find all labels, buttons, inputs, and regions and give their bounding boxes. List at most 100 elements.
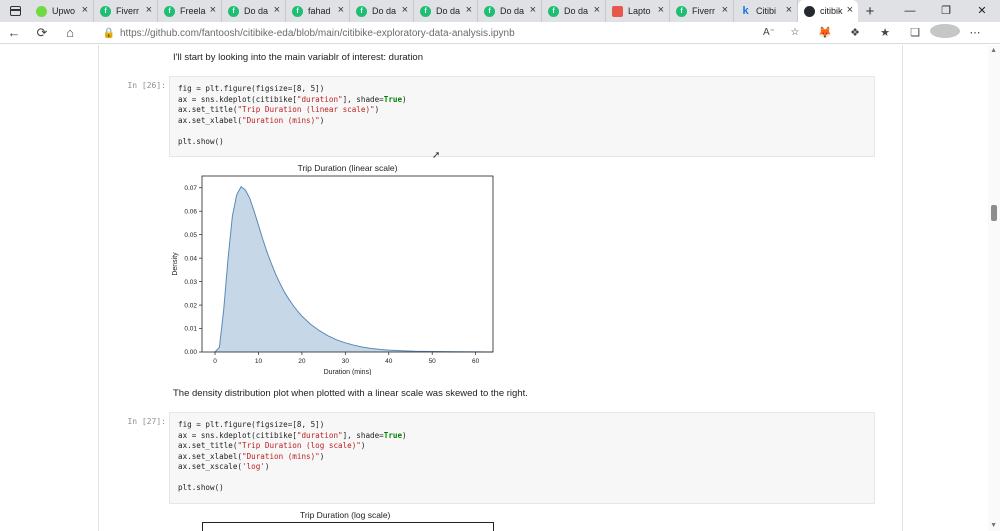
- notebook-page: I'll start by looking into the main vari…: [0, 45, 1000, 531]
- code-cell[interactable]: fig = plt.figure(figsize=[8, 5]) ax = sn…: [169, 412, 875, 504]
- x-tick-label: 30: [342, 358, 350, 365]
- avatar: [930, 24, 960, 38]
- close-tab-icon[interactable]: ×: [402, 4, 408, 16]
- close-tab-icon[interactable]: ×: [658, 4, 664, 16]
- code-token: ax.set_xscale(: [178, 462, 243, 471]
- code-content[interactable]: fig = plt.figure(figsize=[8, 5]) ax = sn…: [170, 77, 874, 154]
- y-tick-label: 0.03: [184, 279, 197, 286]
- new-tab-button[interactable]: +: [858, 3, 882, 20]
- read-aloud-icon[interactable]: A⁻: [756, 24, 782, 42]
- close-tab-icon[interactable]: ×: [594, 4, 600, 16]
- reload-icon[interactable]: ⟳: [28, 25, 56, 41]
- close-tab-icon[interactable]: ×: [466, 4, 472, 16]
- close-tab-icon[interactable]: ×: [530, 4, 536, 16]
- browser-toolbar: ← ⟳ ⌂ 🔒 https://github.com/fantoosh/citi…: [0, 22, 1000, 44]
- code-token: ): [402, 94, 407, 104]
- tab-label: fahad: [308, 6, 331, 16]
- close-tab-icon[interactable]: ×: [786, 4, 792, 16]
- favorite-add-icon[interactable]: ☆: [782, 24, 808, 42]
- tab-10[interactable]: f Fiverr ×: [670, 0, 734, 22]
- fiverr-icon: f: [676, 5, 687, 17]
- tab-12[interactable]: citibik ×: [798, 0, 858, 22]
- close-tab-icon[interactable]: ×: [722, 4, 728, 16]
- metamask-extension-icon[interactable]: 🦊: [810, 26, 840, 39]
- tab-2[interactable]: f Freela ×: [158, 0, 222, 22]
- code-token: ): [264, 462, 270, 471]
- code-token: ax.set_xlabel(: [178, 115, 243, 125]
- tab-label: Freela: [180, 6, 206, 16]
- tab-label: Do da: [436, 6, 461, 16]
- window-controls: — ❐ ✕: [892, 0, 1000, 22]
- mail-icon: [612, 5, 623, 17]
- tab-label: Do da: [244, 6, 269, 16]
- favorites-icon[interactable]: ★: [870, 26, 900, 39]
- close-tab-icon[interactable]: ×: [146, 4, 152, 16]
- y-tick-label: 0.02: [184, 302, 197, 309]
- tab-3[interactable]: f Do da ×: [222, 0, 286, 22]
- fiverr-icon: f: [228, 5, 239, 17]
- tab-4[interactable]: f fahad ×: [286, 0, 350, 22]
- code-token: plt.show(): [178, 483, 224, 492]
- more-menu-icon[interactable]: ⋯: [960, 26, 990, 39]
- x-tick-label: 0: [213, 358, 217, 365]
- right-border: [902, 45, 903, 531]
- left-border: [98, 45, 99, 531]
- tab-label: Fiverr: [692, 6, 715, 16]
- tab-label: Do da: [564, 6, 589, 16]
- collections-icon[interactable]: ❏: [900, 26, 930, 39]
- x-tick-label: 10: [255, 358, 263, 365]
- tab-7[interactable]: f Do da ×: [478, 0, 542, 22]
- chart-title: Trip Duration (linear scale): [298, 163, 398, 173]
- code-token: True: [383, 94, 403, 104]
- x-tick-label: 40: [385, 358, 393, 365]
- log-chart-frame: [202, 522, 494, 531]
- profile-button[interactable]: [930, 24, 960, 41]
- fiverr-icon: f: [100, 5, 111, 17]
- tab-6[interactable]: f Do da ×: [414, 0, 478, 22]
- code-token: ): [319, 115, 325, 125]
- back-icon[interactable]: ←: [0, 25, 28, 40]
- tab-9[interactable]: Lapto ×: [606, 0, 670, 22]
- minimize-icon[interactable]: —: [892, 0, 928, 22]
- between-markdown: The density distribution plot when plott…: [173, 388, 528, 399]
- close-tab-icon[interactable]: ×: [338, 4, 344, 16]
- tab-5[interactable]: f Do da ×: [350, 0, 414, 22]
- scroll-up-icon[interactable]: ▲: [990, 47, 997, 54]
- tab-11[interactable]: k Citibi ×: [734, 0, 798, 22]
- close-tab-icon[interactable]: ×: [82, 4, 88, 16]
- code-token: True: [383, 430, 403, 440]
- close-tab-icon[interactable]: ×: [210, 4, 216, 16]
- close-window-icon[interactable]: ✕: [964, 0, 1000, 22]
- restore-icon[interactable]: ❐: [928, 0, 964, 22]
- code-cell[interactable]: fig = plt.figure(figsize=[8, 5]) ax = sn…: [169, 76, 875, 157]
- kaggle-icon: k: [742, 4, 749, 17]
- x-tick-label: 50: [429, 358, 437, 365]
- lock-icon[interactable]: 🔒: [98, 28, 120, 39]
- tab-actions-button[interactable]: [0, 0, 30, 22]
- url-text[interactable]: https://github.com/fantoosh/citibike-eda…: [120, 28, 515, 39]
- code-content[interactable]: fig = plt.figure(figsize=[8, 5]) ax = sn…: [170, 413, 874, 501]
- code-token: "Duration (mins)": [242, 451, 320, 461]
- close-tab-icon[interactable]: ×: [274, 4, 280, 16]
- y-tick-label: 0.00: [184, 349, 197, 356]
- extensions-icon[interactable]: ❖: [840, 26, 870, 39]
- scroll-thumb[interactable]: [991, 205, 997, 221]
- tab-label: Do da: [500, 6, 525, 16]
- home-icon[interactable]: ⌂: [56, 25, 84, 40]
- code-token: "duration": [296, 430, 343, 440]
- address-bar[interactable]: 🔒 https://github.com/fantoosh/citibike-e…: [98, 24, 808, 42]
- code-token: ): [360, 441, 366, 450]
- tab-0[interactable]: Upwo ×: [30, 0, 94, 22]
- code-token: "Trip Duration (linear scale)": [237, 105, 375, 114]
- code-token: ax = sns.kdeplot(citibike[: [178, 94, 297, 104]
- tab-label: Upwo: [52, 6, 76, 16]
- code-token: plt.show(): [178, 136, 224, 146]
- code-token: ], shade=: [342, 430, 384, 440]
- scroll-down-icon[interactable]: ▼: [990, 522, 997, 529]
- intro-markdown: I'll start by looking into the main vari…: [173, 52, 423, 63]
- tab-8[interactable]: f Do da ×: [542, 0, 606, 22]
- code-token: ): [319, 451, 325, 461]
- tab-1[interactable]: f Fiverr ×: [94, 0, 158, 22]
- close-tab-icon[interactable]: ×: [847, 4, 853, 16]
- scrollbar[interactable]: ▲ ▼: [988, 45, 1000, 531]
